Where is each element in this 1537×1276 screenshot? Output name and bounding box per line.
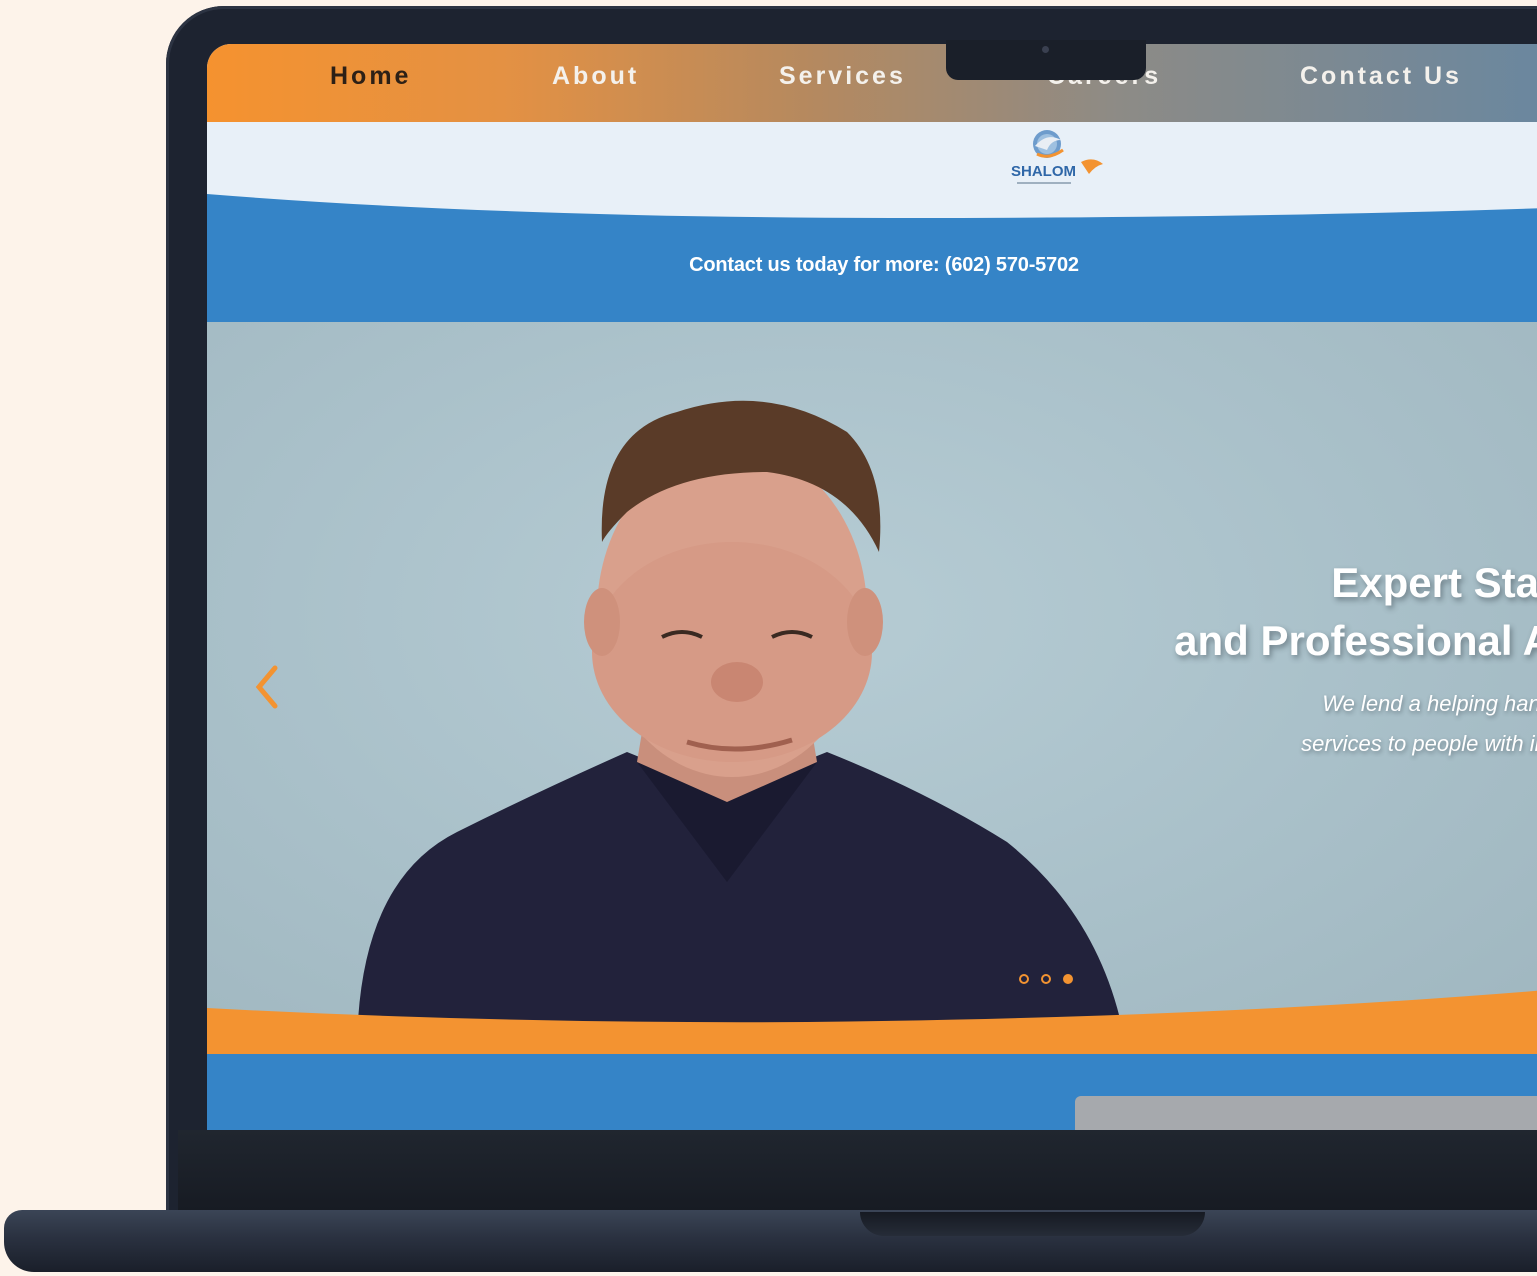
laptop-hinge-notch <box>860 1212 1205 1236</box>
top-navigation: Home About Services Careers Contact Us <box>207 44 1537 122</box>
lower-content-card <box>1075 1096 1537 1130</box>
logo-wordmark: SHALOM <box>1011 163 1076 180</box>
hero-slider: Expert Staf and Professional A We lend a… <box>207 322 1537 1054</box>
hero-subtitle-line-2: services to people with int <box>1301 731 1537 756</box>
screen-bezel-bottom <box>178 1130 1537 1210</box>
chevron-left-icon[interactable] <box>247 662 287 712</box>
nav-services[interactable]: Services <box>779 62 906 91</box>
nav-home[interactable]: Home <box>330 62 411 91</box>
camera-notch <box>946 40 1146 80</box>
hero-subtitle-line-1: We lend a helping hand <box>1322 691 1537 716</box>
orange-wave-shape <box>207 990 1537 1064</box>
slider-dot-3[interactable] <box>1063 974 1073 984</box>
laptop-base <box>4 1210 1537 1272</box>
slider-dot-1[interactable] <box>1019 974 1029 984</box>
hero-subtitle: We lend a helping hand services to peopl… <box>1301 684 1537 764</box>
nav-contact-us[interactable]: Contact Us <box>1300 62 1462 91</box>
contact-phone-strip[interactable]: Contact us today for more: (602) 570-570… <box>207 254 1537 277</box>
hero-heading-line-1: Expert Staf <box>1331 559 1537 606</box>
hero-heading-line-2: and Professional A <box>1174 617 1537 664</box>
hero-heading: Expert Staf and Professional A <box>1174 554 1537 670</box>
camera-icon <box>1042 46 1049 53</box>
browser-screen: Home About Services Careers Contact Us S… <box>207 44 1537 1130</box>
nav-about[interactable]: About <box>552 62 639 91</box>
slider-dot-2[interactable] <box>1041 974 1051 984</box>
slider-dots <box>1019 974 1073 984</box>
